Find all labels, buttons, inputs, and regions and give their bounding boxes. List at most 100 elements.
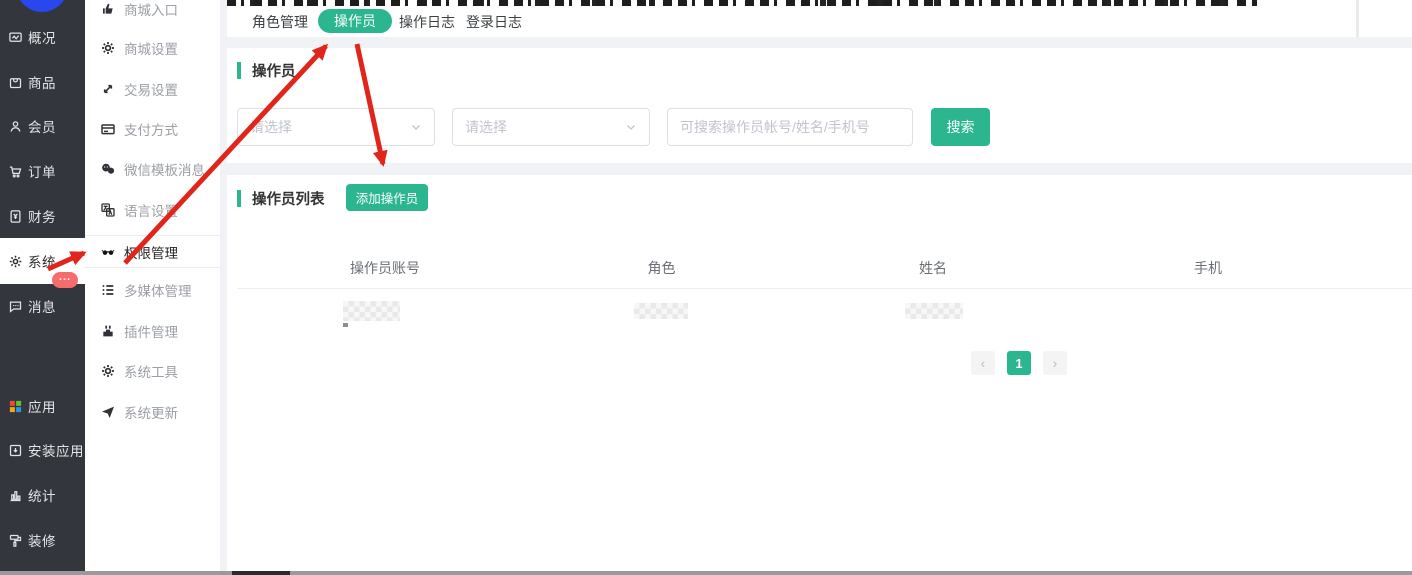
section-title: 操作员列表: [237, 188, 325, 209]
mall-settings-icon: [100, 40, 116, 56]
overview-icon: [8, 30, 23, 45]
sidebar-item-overview[interactable]: 概况: [0, 14, 85, 60]
sidebar-item-label: 应用: [28, 396, 56, 416]
payment-methods-icon: [100, 121, 116, 137]
role-select[interactable]: 请选择: [237, 108, 435, 146]
section-title: 操作员: [237, 60, 296, 81]
menu-item-label: 微信模板消息: [124, 159, 205, 179]
column-header-name: 姓名: [790, 258, 1076, 278]
sidebar-content-divider: [220, 0, 227, 575]
menu-item-label: 语言设置: [124, 200, 178, 220]
tab-login-log[interactable]: 登录日志: [466, 12, 522, 32]
column-header-role: 角色: [533, 258, 790, 278]
redacted-role-cell: [634, 303, 688, 319]
sidebar-item-label: 装修: [28, 530, 56, 550]
decorate-icon: [8, 533, 23, 548]
messages-icon: [8, 299, 23, 314]
permissions-icon: [100, 244, 116, 260]
language-settings-icon: [100, 202, 116, 218]
stats-icon: [8, 488, 23, 503]
secondary-sidebar: 商城入口 商城设置 交易设置 支付方式 微信模板消息 语言设置 权限管理 多媒: [85, 0, 220, 575]
menu-item-system-update[interactable]: 系统更新: [85, 395, 220, 428]
media-manage-icon: [100, 282, 116, 298]
plugin-manage-icon: [100, 323, 116, 339]
system-tools-icon: [100, 363, 116, 379]
primary-sidebar: 概况 商品 会员 订单 财务 系统 消息 ... 应用: [0, 0, 85, 575]
sidebar-item-label: 消息: [28, 296, 56, 316]
menu-item-payment-methods[interactable]: 支付方式: [85, 112, 220, 145]
menu-item-plugin-manage[interactable]: 插件管理: [85, 314, 220, 347]
main-content: 角色管理 操作员 操作日志 登录日志 操作员 请选择 请选择 搜索: [227, 0, 1412, 575]
title-accent-bar: [237, 190, 241, 207]
sidebar-item-label: 订单: [28, 161, 56, 181]
sidebar-item-install-apps[interactable]: 安装应用: [0, 427, 85, 473]
menu-item-label: 权限管理: [124, 242, 178, 262]
members-icon: [8, 119, 23, 134]
system-update-icon: [100, 404, 116, 420]
menu-item-wechat-template[interactable]: 微信模板消息: [85, 152, 220, 185]
tab-operators[interactable]: 操作员: [318, 9, 392, 33]
menu-item-label: 商城入口: [124, 0, 178, 19]
pagination-next-button[interactable]: ›: [1043, 351, 1067, 375]
wechat-template-icon: [100, 161, 116, 177]
sidebar-item-messages[interactable]: 消息 ...: [0, 283, 85, 329]
operator-filter-card: 操作员 请选择 请选择 搜索: [227, 48, 1412, 163]
sidebar-item-label: 系统: [28, 251, 56, 271]
menu-item-label: 系统工具: [124, 361, 178, 381]
install-apps-icon: [8, 443, 23, 458]
trade-settings-icon: [100, 81, 116, 97]
menu-item-mall-settings[interactable]: 商城设置: [85, 31, 220, 64]
status-select[interactable]: 请选择: [452, 108, 650, 146]
add-operator-button[interactable]: 添加操作员: [346, 184, 428, 211]
select-placeholder: 请选择: [465, 117, 507, 137]
horizontal-scrollbar-thumb[interactable]: [232, 571, 290, 575]
column-header-account: 操作员账号: [237, 258, 533, 278]
table-header-row: 操作员账号 角色 姓名 手机: [237, 258, 1340, 278]
sidebar-item-apps[interactable]: 应用: [0, 383, 85, 429]
mall-entrance-icon: [100, 1, 116, 17]
sidebar-item-label: 概况: [28, 27, 56, 47]
pagination-page-1[interactable]: 1: [1007, 351, 1031, 375]
orders-icon: [8, 164, 23, 179]
menu-item-permissions[interactable]: 权限管理: [85, 235, 220, 268]
tab-role-manage[interactable]: 角色管理: [252, 12, 308, 32]
sidebar-item-orders[interactable]: 订单: [0, 148, 85, 194]
menu-item-label: 多媒体管理: [124, 280, 192, 300]
redacted-name-cell: [905, 303, 963, 319]
menu-item-trade-settings[interactable]: 交易设置: [85, 72, 220, 105]
menu-item-label: 支付方式: [124, 119, 178, 139]
pagination-prev-button[interactable]: ‹: [971, 351, 995, 375]
column-header-phone: 手机: [1076, 258, 1340, 278]
tabbar-scrollbar[interactable]: [1356, 0, 1359, 37]
sidebar-item-decorate[interactable]: 装修: [0, 517, 85, 563]
menu-item-language-settings[interactable]: 语言设置: [85, 193, 220, 226]
unread-badge: ...: [52, 272, 78, 288]
horizontal-scrollbar[interactable]: [0, 571, 1412, 575]
admin-console: 概况 商品 会员 订单 财务 系统 消息 ... 应用: [0, 0, 1412, 575]
sidebar-item-finance[interactable]: 财务: [0, 193, 85, 239]
logo-avatar[interactable]: [16, 0, 68, 12]
redacted-account-cell: [343, 301, 400, 321]
operator-search-input[interactable]: [667, 108, 913, 146]
list-section-title: 操作员列表: [252, 188, 325, 209]
table-divider: [237, 288, 1412, 289]
goods-icon: [8, 75, 23, 90]
menu-item-media-manage[interactable]: 多媒体管理: [85, 273, 220, 306]
sidebar-item-goods[interactable]: 商品: [0, 59, 85, 105]
sidebar-item-members[interactable]: 会员: [0, 103, 85, 149]
search-button[interactable]: 搜索: [931, 108, 990, 146]
redacted-account-mark: [343, 323, 348, 327]
menu-item-label: 商城设置: [124, 38, 178, 58]
tab-operation-log[interactable]: 操作日志: [399, 12, 455, 32]
system-icon: [8, 254, 23, 269]
menu-item-label: 系统更新: [124, 402, 178, 422]
sidebar-item-label: 财务: [28, 206, 56, 226]
filter-section-title: 操作员: [252, 60, 296, 81]
pagination: ‹ 1 ›: [971, 351, 1067, 375]
sidebar-item-stats[interactable]: 统计: [0, 472, 85, 518]
menu-item-mall-entrance[interactable]: 商城入口: [85, 0, 220, 25]
sidebar-item-label: 会员: [28, 116, 56, 136]
menu-item-label: 交易设置: [124, 79, 178, 99]
menu-item-system-tools[interactable]: 系统工具: [85, 354, 220, 387]
sidebar-item-label: 商品: [28, 72, 56, 92]
